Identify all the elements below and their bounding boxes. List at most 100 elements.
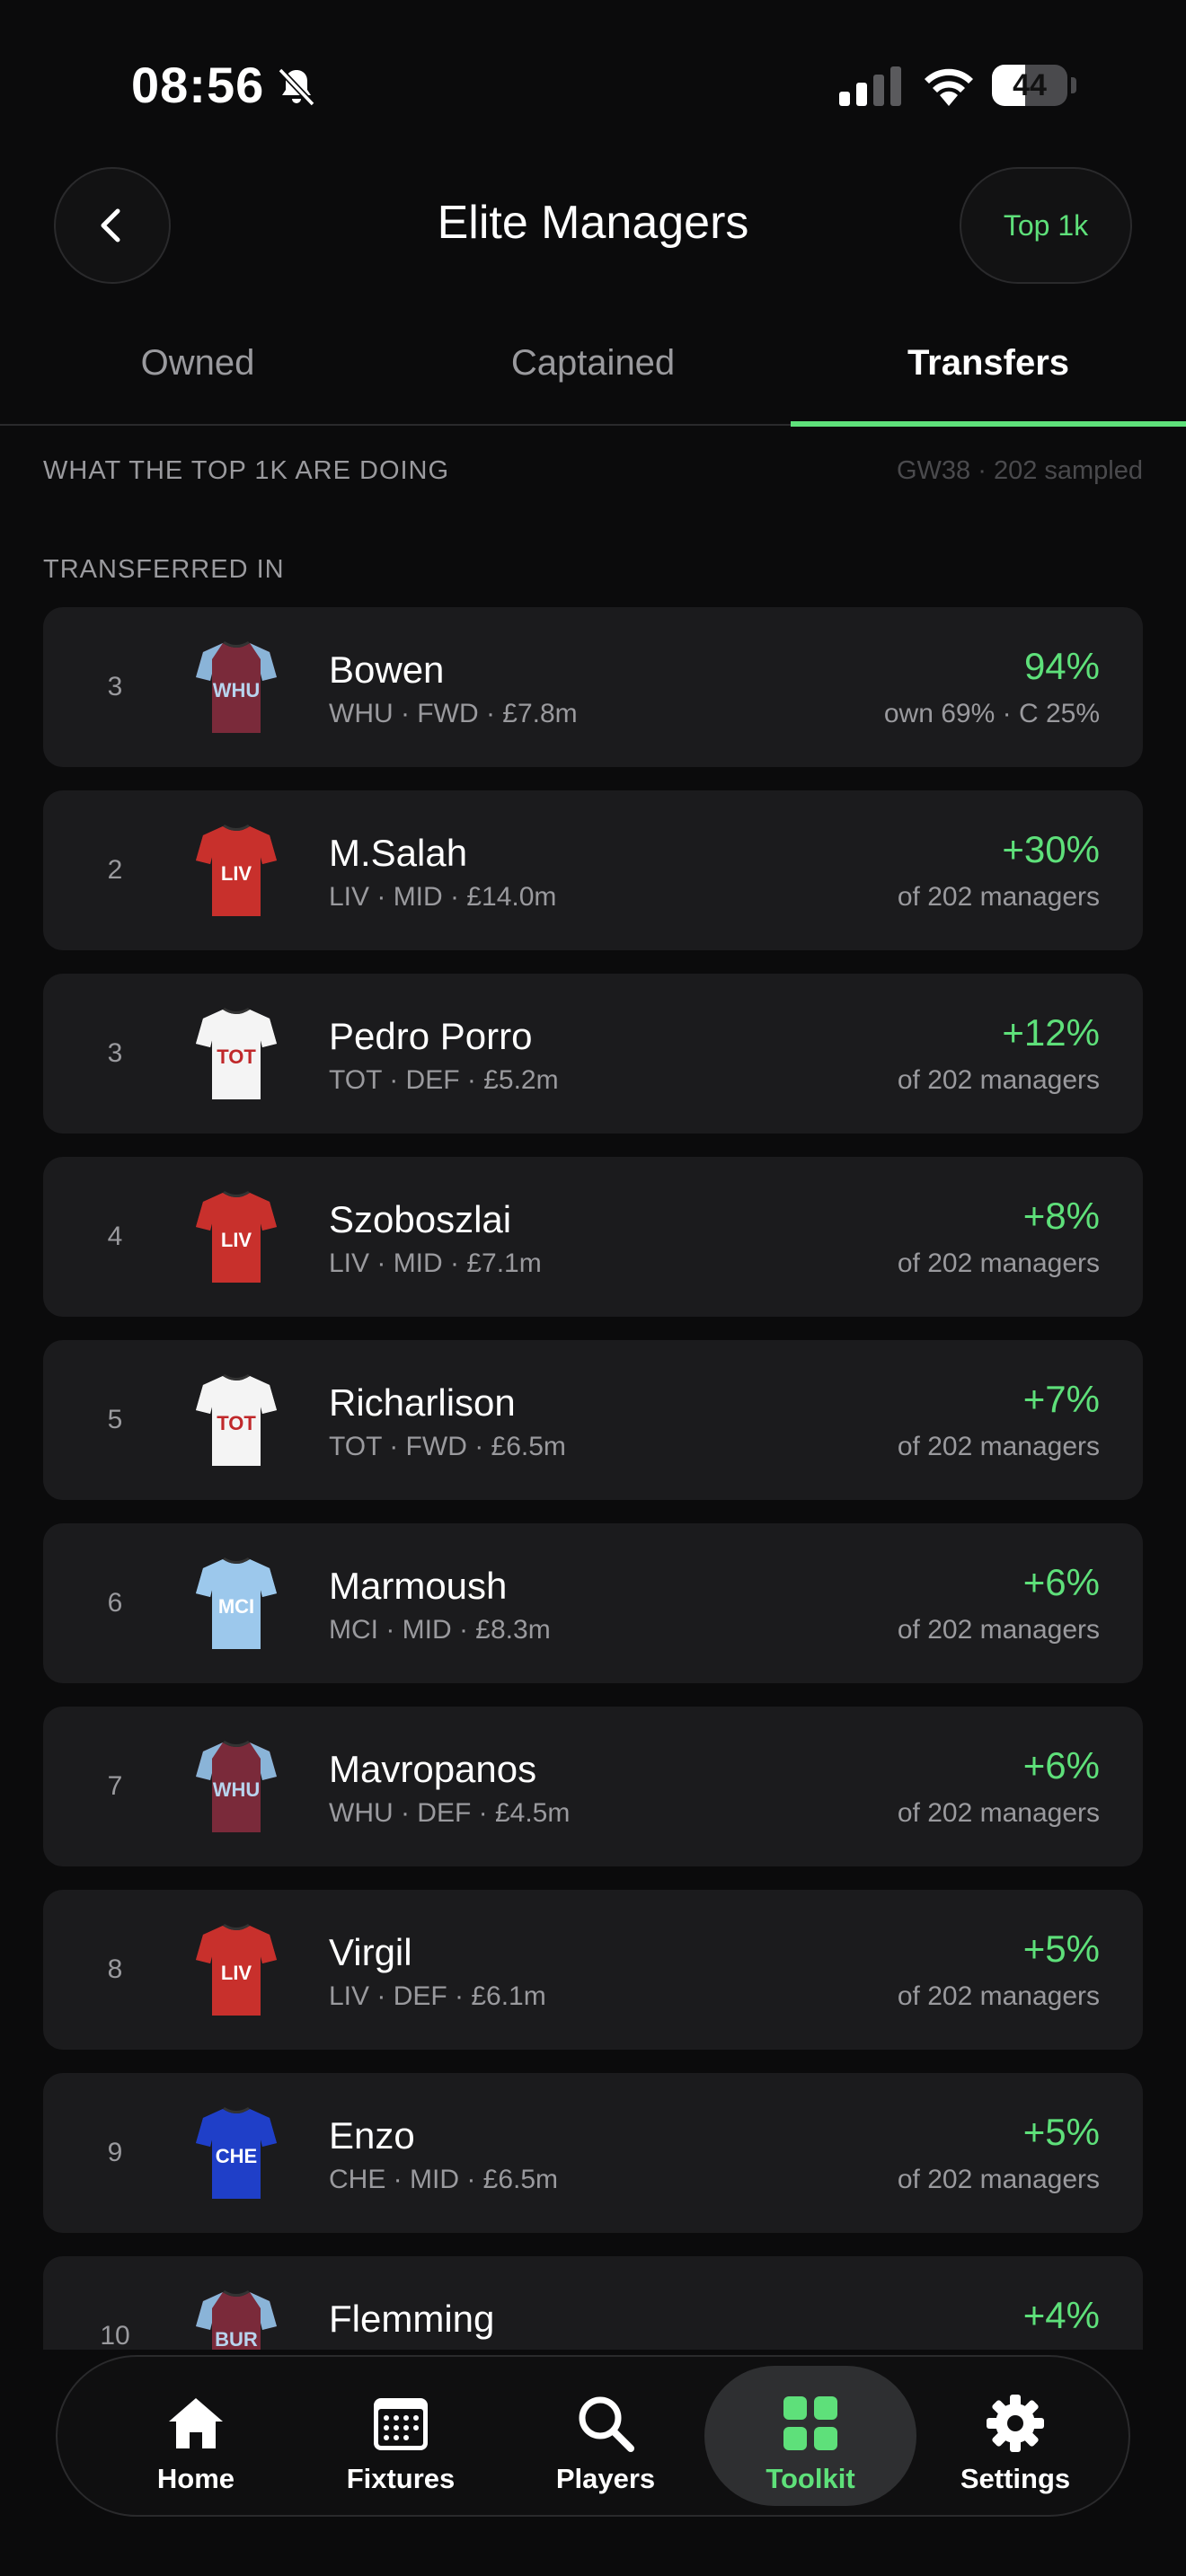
player-rank: 9 [107, 2138, 123, 2167]
player-name: Marmoush [329, 1565, 508, 1607]
transfer-subtext: of 202 managers [897, 1248, 1100, 1278]
player-name: Pedro Porro [329, 1015, 533, 1057]
team-shirt-icon: LIV [196, 1924, 277, 2016]
nav-toolkit[interactable]: Toolkit [704, 2366, 916, 2506]
team-shirt-icon: MCI [196, 1557, 277, 1649]
team-code: LIV [221, 1962, 252, 1984]
transfer-subtext: own 69% · C 25% [883, 699, 1100, 728]
nav-players-label: Players [555, 2463, 656, 2494]
transfer-subtext: of 202 managers [897, 1798, 1100, 1828]
transfer-percent: +6% [1022, 1744, 1100, 1786]
home-icon [169, 2398, 223, 2448]
player-meta: WHU · DEF · £4.5m [329, 1798, 571, 1828]
top-1k-button[interactable]: Top 1k [960, 167, 1132, 284]
team-code: LIV [221, 862, 252, 885]
signal-icon [839, 66, 901, 106]
transfer-subtext: of 202 managers [897, 2165, 1100, 2194]
transfer-percent: 94% [1023, 645, 1100, 687]
nav-fixtures[interactable]: Fixtures [295, 2366, 507, 2506]
nav-settings-label: Settings [960, 2463, 1071, 2494]
player-name: M.Salah [329, 832, 468, 874]
section-header: WHAT THE TOP 1K ARE DOING GW38 · 202 sam… [43, 456, 1143, 492]
player-row[interactable]: 10 BUR Flemming +4% [43, 2256, 1143, 2350]
player-name: Mavropanos [329, 1748, 537, 1790]
player-row[interactable]: 4 LIV Szoboszlai LIV · MID · £7.1m +8% of 202… [43, 1157, 1143, 1317]
nav-home-label: Home [156, 2463, 235, 2494]
tab-owned[interactable]: Owned [0, 343, 395, 384]
active-tab-indicator [791, 421, 1186, 427]
team-shirt-icon: TOT [196, 1008, 277, 1099]
player-row[interactable]: 3 TOT Pedro Porro TOT · DEF · £5.2m +12% of 2… [43, 974, 1143, 1134]
transfer-percent: +7% [1022, 1378, 1100, 1420]
team-code: TOT [217, 1045, 256, 1068]
team-code: CHE [216, 2145, 257, 2167]
player-name: Szoboszlai [329, 1198, 512, 1240]
calendar-icon [374, 2398, 428, 2450]
player-row[interactable]: 8 LIV Virgil LIV · DEF · £6.1m +5% of 202 man… [43, 1890, 1143, 2050]
section-heading: WHAT THE TOP 1K ARE DOING [43, 456, 450, 485]
player-rank: 4 [107, 1222, 123, 1251]
player-rank: 10 [100, 2321, 130, 2350]
player-meta: LIV · DEF · £6.1m [329, 1981, 546, 2011]
battery-level: 44 [1013, 68, 1047, 102]
team-code: TOT [217, 1412, 256, 1434]
status-bar: 08:56 44 [0, 0, 1186, 171]
tab-captained[interactable]: Captained [395, 343, 791, 384]
player-rank: 8 [107, 1954, 123, 1984]
player-row[interactable]: 7 WHU Mavropanos WHU · DEF · £4.5m +6% of 202… [43, 1707, 1143, 1866]
nav-players[interactable]: Players [500, 2366, 712, 2506]
transfer-subtext: of 202 managers [897, 1432, 1100, 1461]
player-meta: TOT · DEF · £5.2m [329, 1065, 559, 1095]
transfer-list[interactable]: 3 WHU Bowen WHU · FWD · £7.8m 94% own 69% · C… [43, 607, 1143, 2350]
tab-bar: Owned Captained Transfers [0, 325, 1186, 427]
player-meta: LIV · MID · £14.0m [329, 882, 557, 912]
transfer-percent: +5% [1022, 2111, 1100, 2153]
battery-indicator: 44 [992, 65, 1076, 106]
team-shirt-icon: WHU [196, 641, 277, 733]
transfer-percent: +5% [1022, 1928, 1100, 1970]
nav-home[interactable]: Home [90, 2366, 302, 2506]
transferred-in-heading: TRANSFERRED IN [43, 555, 285, 584]
nav-fixtures-label: Fixtures [346, 2463, 456, 2494]
player-row[interactable]: 9 CHE Enzo CHE · MID · £6.5m +5% of 202 manag… [43, 2073, 1143, 2233]
search-icon [579, 2396, 634, 2452]
player-rank: 3 [107, 1038, 123, 1068]
grid-icon [783, 2396, 837, 2450]
player-row[interactable]: 5 TOT Richarlison TOT · FWD · £6.5m +7% of 20… [43, 1340, 1143, 1500]
player-meta: WHU · FWD · £7.8m [329, 699, 578, 728]
transfer-subtext: of 202 managers [897, 1981, 1100, 2011]
team-code: MCI [218, 1595, 254, 1618]
transfer-subtext: of 202 managers [897, 1065, 1100, 1095]
team-code: WHU [213, 679, 261, 701]
bottom-nav: Home Fixtures Players Toolkit Settings [56, 2355, 1130, 2517]
team-code: LIV [221, 1229, 252, 1251]
status-time: 08:56 [131, 57, 265, 113]
player-rank: 5 [107, 1405, 123, 1434]
player-row[interactable]: 2 LIV M.Salah LIV · MID · £14.0m +30% of 202 … [43, 790, 1143, 950]
player-name: Bowen [329, 648, 445, 691]
player-meta: CHE · MID · £6.5m [329, 2165, 559, 2194]
team-shirt-icon: LIV [196, 1191, 277, 1283]
player-meta: MCI · MID · £8.3m [329, 1615, 551, 1645]
transfer-percent: +8% [1022, 1195, 1100, 1237]
player-row[interactable]: 6 MCI Marmoush MCI · MID · £8.3m +6% of 202 m… [43, 1523, 1143, 1683]
tab-transfers[interactable]: Transfers [791, 343, 1186, 384]
player-name: Enzo [329, 2114, 415, 2157]
team-code: BUR [215, 2328, 258, 2350]
section-meta: GW38 · 202 sampled [896, 456, 1143, 485]
player-rank: 3 [107, 672, 123, 701]
nav-toolkit-label: Toolkit [766, 2463, 855, 2494]
team-shirt-icon: LIV [196, 825, 277, 916]
player-row[interactable]: 3 WHU Bowen WHU · FWD · £7.8m 94% own 69% · C… [43, 607, 1143, 767]
transfer-subtext: of 202 managers [897, 882, 1100, 912]
player-meta: LIV · MID · £7.1m [329, 1248, 542, 1278]
team-shirt-icon: BUR [196, 2290, 277, 2350]
team-code: WHU [213, 1778, 261, 1801]
player-name: Richarlison [329, 1381, 516, 1424]
team-shirt-icon: WHU [196, 1741, 277, 1832]
transfer-percent: +4% [1022, 2294, 1100, 2336]
player-name: Virgil [329, 1931, 412, 1973]
transfer-percent: +12% [1002, 1011, 1100, 1054]
player-meta: TOT · FWD · £6.5m [329, 1432, 566, 1461]
nav-settings[interactable]: Settings [909, 2366, 1121, 2506]
